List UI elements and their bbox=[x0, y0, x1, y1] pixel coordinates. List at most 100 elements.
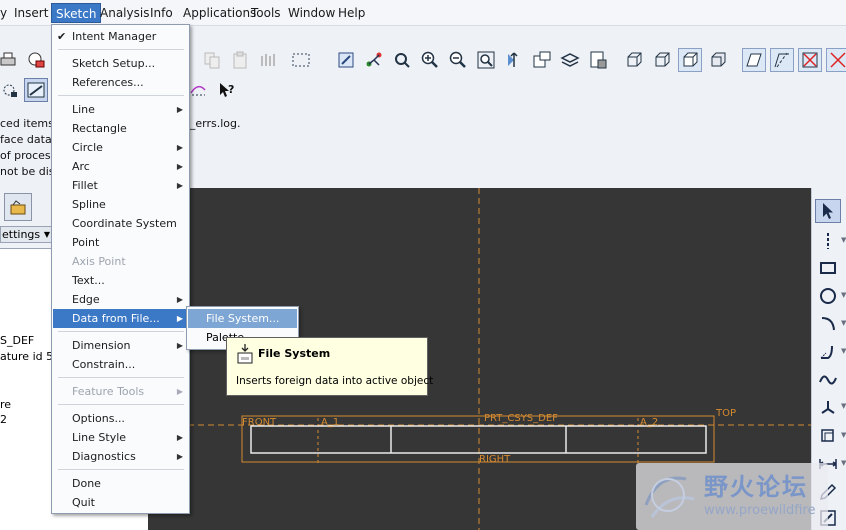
layers-icon[interactable] bbox=[558, 48, 582, 72]
menu-item-circle[interactable]: Circle ▶ bbox=[53, 138, 188, 157]
tree-item[interactable]: re bbox=[0, 398, 11, 411]
menu-item-label: Diagnostics bbox=[72, 450, 136, 463]
tree-item[interactable]: S_DEF bbox=[0, 334, 34, 347]
menu-item-data-from-file[interactable]: Data from File... ▶ bbox=[53, 309, 188, 328]
refit-icon[interactable] bbox=[474, 48, 498, 72]
menu-item-edge[interactable]: Edge ▶ bbox=[53, 290, 188, 309]
menu-item-diagnostics[interactable]: Diagnostics ▶ bbox=[53, 447, 188, 466]
menu-window[interactable]: Window bbox=[284, 3, 339, 23]
shading-icon[interactable] bbox=[706, 48, 730, 72]
spline-icon[interactable] bbox=[815, 368, 841, 392]
datum-axes-icon[interactable] bbox=[770, 48, 794, 72]
menu-item-rectangle[interactable]: Rectangle bbox=[53, 119, 188, 138]
menu-item-intent-manager[interactable]: ✔ Intent Manager bbox=[53, 27, 188, 46]
menu-item-references[interactable]: References... bbox=[53, 73, 188, 92]
menu-item-label: Arc bbox=[72, 160, 90, 173]
menu-analysis[interactable]: Analysis bbox=[96, 3, 153, 23]
csys-icon[interactable] bbox=[826, 48, 846, 72]
chevron-down-icon[interactable]: ▼ bbox=[841, 347, 846, 355]
point-icon[interactable] bbox=[815, 395, 841, 419]
submenu-arrow-icon: ▶ bbox=[176, 295, 183, 304]
submenu-arrow-icon: ▶ bbox=[176, 452, 183, 461]
error-log-filename: f_errs.log. bbox=[186, 117, 241, 130]
message-line: face data. bbox=[0, 133, 56, 146]
menu-item-label: Circle bbox=[72, 141, 103, 154]
submenu-item-file-system[interactable]: File System... bbox=[188, 309, 297, 328]
datum-planes-icon[interactable] bbox=[742, 48, 766, 72]
menu-item-sketch-setup[interactable]: Sketch Setup... bbox=[53, 54, 188, 73]
menu-item-options[interactable]: Options... bbox=[53, 409, 188, 428]
sketch-menu: ✔ Intent Manager Sketch Setup... Referen… bbox=[51, 24, 190, 514]
copy-icon[interactable] bbox=[200, 48, 224, 72]
chevron-down-icon[interactable]: ▼ bbox=[841, 402, 846, 410]
submenu-arrow-icon: ▶ bbox=[176, 433, 183, 442]
paste-special-icon[interactable] bbox=[256, 48, 280, 72]
rectangle-icon[interactable] bbox=[815, 256, 841, 280]
fillet-icon[interactable] bbox=[815, 340, 841, 364]
view-manager-icon[interactable] bbox=[586, 48, 610, 72]
menu-separator bbox=[58, 469, 184, 470]
submenu-arrow-icon: ▶ bbox=[176, 387, 183, 396]
menu-tools[interactable]: Tools bbox=[247, 3, 285, 23]
datum-display-icon[interactable] bbox=[362, 48, 386, 72]
menu-item-constrain[interactable]: Constrain... bbox=[53, 355, 188, 374]
chevron-down-icon[interactable]: ▼ bbox=[841, 236, 846, 244]
menu-item-quit[interactable]: Quit bbox=[53, 493, 188, 512]
menu-item-arc[interactable]: Arc ▶ bbox=[53, 157, 188, 176]
arc-icon[interactable] bbox=[815, 312, 841, 336]
regenerate-icon[interactable] bbox=[334, 48, 358, 72]
menu-item-line-style[interactable]: Line Style ▶ bbox=[53, 428, 188, 447]
menu-item-fillet[interactable]: Fillet ▶ bbox=[53, 176, 188, 195]
submenu-arrow-icon: ▶ bbox=[176, 181, 183, 190]
select-arrow-icon[interactable] bbox=[815, 199, 841, 223]
menu-item-done[interactable]: Done bbox=[53, 474, 188, 493]
label-a2: A_2 bbox=[640, 417, 658, 428]
context-help-icon[interactable]: ? bbox=[214, 78, 238, 102]
zoom-out-icon[interactable] bbox=[446, 48, 470, 72]
watermark-url: www.proewildfire bbox=[704, 503, 816, 518]
menu-item-dimension[interactable]: Dimension ▶ bbox=[53, 336, 188, 355]
mail-icon[interactable] bbox=[24, 48, 48, 72]
settings-dropdown[interactable]: ettings ▼ bbox=[0, 226, 54, 243]
no-hidden-icon[interactable] bbox=[678, 48, 702, 72]
paste-icon[interactable] bbox=[228, 48, 252, 72]
menu-item-point[interactable]: Point bbox=[53, 233, 188, 252]
message-line: of process bbox=[0, 149, 57, 162]
centerline-icon[interactable] bbox=[815, 229, 841, 253]
menu-item-spline[interactable]: Spline bbox=[53, 195, 188, 214]
menu-item-label: Data from File... bbox=[72, 312, 160, 325]
menu-separator bbox=[58, 404, 184, 405]
chevron-down-icon[interactable]: ▼ bbox=[841, 431, 846, 439]
menu-help[interactable]: Help bbox=[334, 3, 369, 23]
menu-sketch[interactable]: Sketch bbox=[51, 3, 102, 23]
menu-item-label: Edge bbox=[72, 293, 100, 306]
hidden-line-icon[interactable] bbox=[650, 48, 674, 72]
sketch-orientation-icon[interactable] bbox=[24, 78, 48, 102]
find-icon[interactable] bbox=[390, 48, 414, 72]
label-front: FRONT bbox=[242, 417, 277, 428]
circle-icon[interactable] bbox=[815, 284, 841, 308]
file-import-icon bbox=[236, 343, 254, 365]
menu-item-coordinate-system[interactable]: Coordinate System bbox=[53, 214, 188, 233]
menu-separator bbox=[58, 95, 184, 96]
chevron-down-icon[interactable]: ▼ bbox=[841, 319, 846, 327]
chevron-down-icon[interactable]: ▼ bbox=[841, 459, 846, 467]
chevron-down-icon[interactable]: ▼ bbox=[841, 291, 846, 299]
saved-views-icon[interactable] bbox=[530, 48, 554, 72]
menu-item-text[interactable]: Text... bbox=[53, 271, 188, 290]
tree-tab-icon[interactable] bbox=[4, 193, 32, 221]
wireframe-icon[interactable] bbox=[622, 48, 646, 72]
submenu-arrow-icon: ▶ bbox=[176, 341, 183, 350]
submenu-arrow-icon: ▶ bbox=[176, 105, 183, 114]
menu-info[interactable]: Info bbox=[146, 3, 177, 23]
zoom-in-icon[interactable] bbox=[418, 48, 442, 72]
orient-icon[interactable] bbox=[502, 48, 526, 72]
tree-item[interactable]: 2 bbox=[0, 413, 7, 426]
print-icon[interactable] bbox=[0, 48, 20, 72]
select-box-icon[interactable] bbox=[286, 48, 316, 72]
sketch-display-icon[interactable] bbox=[0, 78, 22, 102]
menu-item-line[interactable]: Line ▶ bbox=[53, 100, 188, 119]
datum-points-icon[interactable] bbox=[798, 48, 822, 72]
use-edge-icon[interactable] bbox=[815, 424, 841, 448]
menu-insert[interactable]: Insert bbox=[10, 3, 52, 23]
